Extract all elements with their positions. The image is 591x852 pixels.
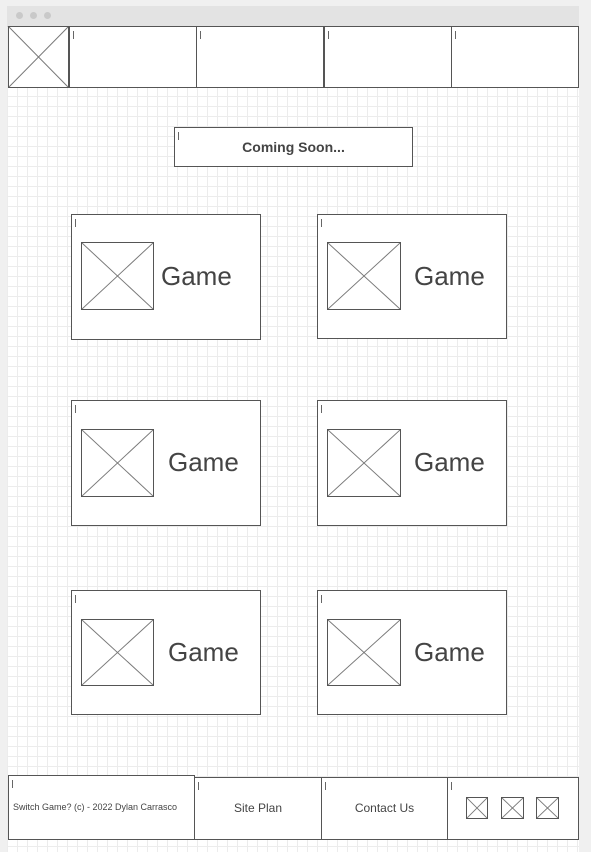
game-title: Game [168,637,239,667]
game-card[interactable]: Game [317,400,507,526]
game-title: Game [161,261,232,291]
window-dot-icon [30,12,37,19]
nav-item-1[interactable] [69,26,197,88]
coming-soon-text: Coming Soon... [242,139,345,155]
game-card[interactable]: Game [317,214,507,339]
copyright-text: Switch Game? (c) - 2022 Dylan Carrasco [13,802,178,812]
social-placeholder-icon[interactable] [501,797,524,819]
contact-label: Contact Us [354,801,415,815]
game-title: Game [414,261,485,291]
footer-social-box [447,777,579,840]
game-title: Game [168,447,239,477]
game-title: Game [414,447,485,477]
nav-item-3[interactable] [324,26,452,88]
footer-copyright-box: Switch Game? (c) - 2022 Dylan Carrasco [8,775,195,840]
social-placeholder-icon[interactable] [466,797,488,819]
game-image-placeholder-icon [327,242,401,310]
window-titlebar [7,6,579,27]
game-image-placeholder-icon [81,242,154,310]
game-image-placeholder-icon [327,429,401,497]
game-title: Game [414,637,485,667]
game-card[interactable]: Game [71,590,261,715]
game-image-placeholder-icon [327,619,401,686]
logo-placeholder-icon[interactable] [8,26,69,88]
game-card[interactable]: Game [317,590,507,715]
nav-item-4[interactable] [451,26,579,88]
game-card[interactable]: Game [71,214,261,340]
game-image-placeholder-icon [81,429,154,497]
footer-site-plan-link[interactable]: Site Plan [194,777,322,840]
social-placeholder-icon[interactable] [536,797,559,819]
game-card[interactable]: Game [71,400,261,526]
site-plan-label: Site Plan [233,801,283,815]
browser-window: Coming Soon... Game Game Game Game Game [7,6,579,852]
nav-item-2[interactable] [196,26,324,88]
window-dot-icon [16,12,23,19]
footer-contact-link[interactable]: Contact Us [321,777,448,840]
game-image-placeholder-icon [81,619,154,686]
window-dot-icon [44,12,51,19]
